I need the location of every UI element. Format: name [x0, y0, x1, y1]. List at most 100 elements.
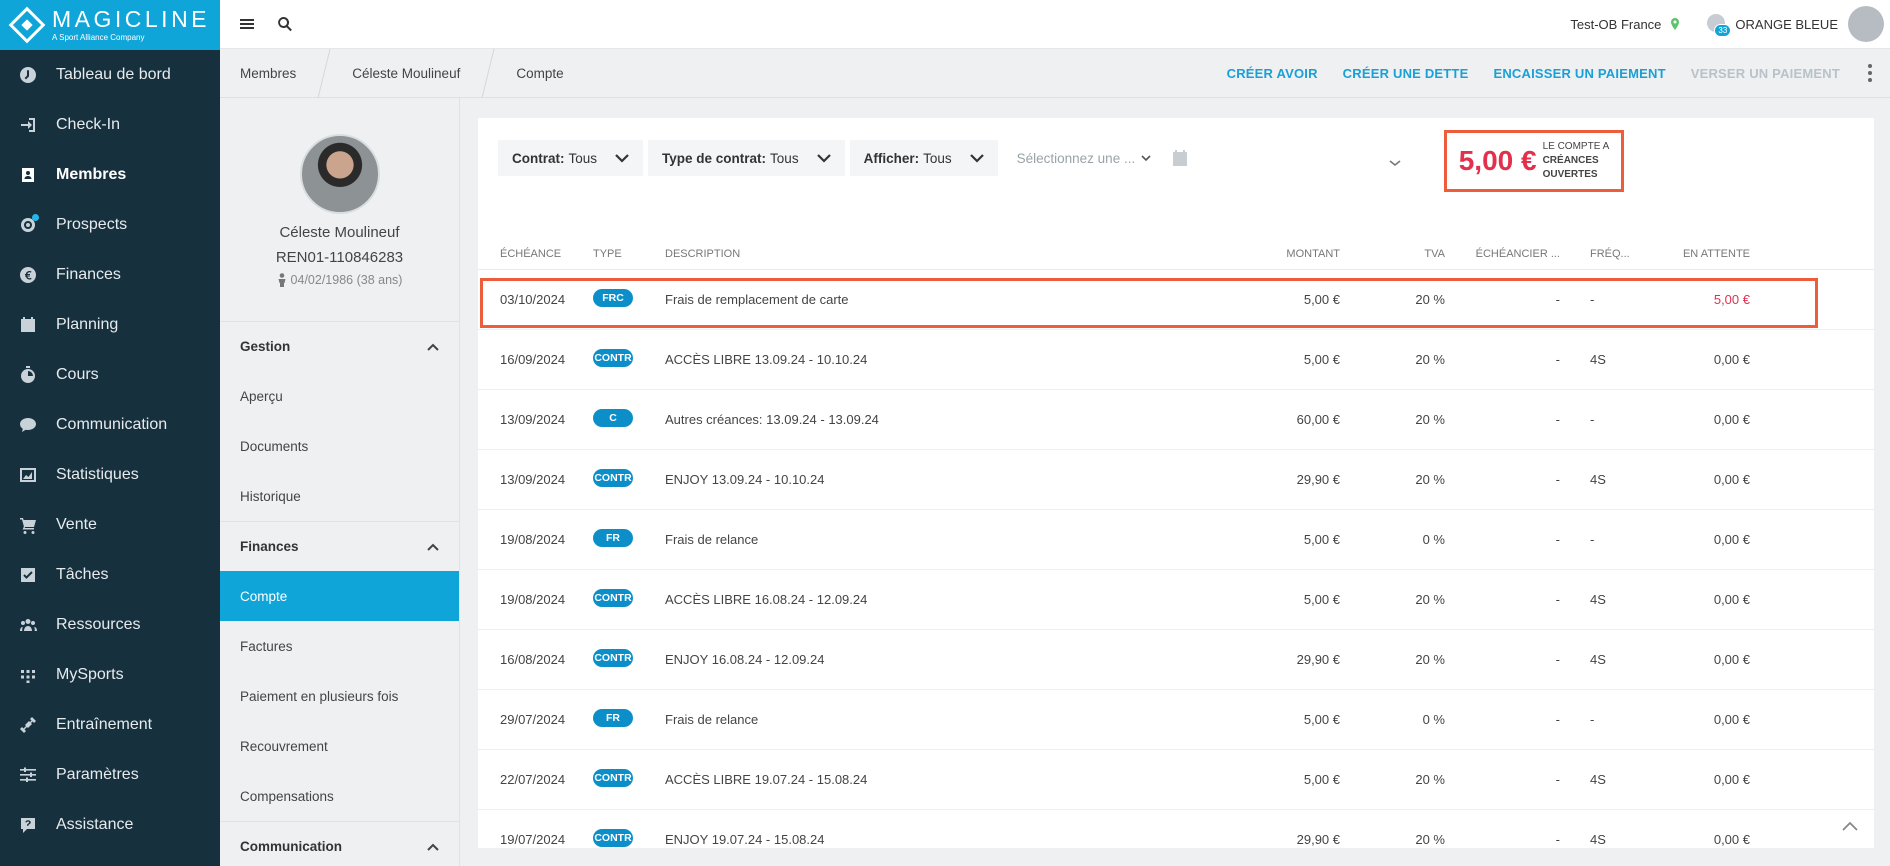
sched-cell: - [1555, 352, 1560, 367]
sidebar-item-vente[interactable]: Vente [0, 500, 220, 550]
search-icon[interactable] [274, 13, 296, 35]
sidebar-item-statistiques[interactable]: Statistiques [0, 450, 220, 500]
sidebar-item-communication[interactable]: Communication [0, 400, 220, 450]
chevron-up-icon [427, 343, 439, 351]
table-row[interactable]: 16/08/2024 CONTR ENJOY 16.08.24 - 12.09.24… [478, 630, 1874, 690]
due-cell: 19/08/2024 [500, 532, 566, 547]
location-pin-icon [1671, 18, 1680, 30]
euro-icon [18, 265, 38, 285]
sidebar-item-label: Ressources [56, 616, 141, 633]
column-header[interactable]: DESCRIPTION [665, 248, 1195, 260]
sidebar-item-taches[interactable]: Tâches [0, 550, 220, 600]
sidebar-item-finances[interactable]: Finances [0, 250, 220, 300]
due-cell: 29/07/2024 [500, 712, 566, 727]
amount-cell: 29,90 € [1296, 472, 1340, 487]
type-badge: CONTR [593, 589, 633, 607]
member-menu-compensations[interactable]: Compensations [220, 771, 459, 821]
notifications-button[interactable]: 33 [1707, 14, 1732, 37]
show-filter[interactable]: Afficher: Tous [849, 140, 998, 176]
sidebar-item-label: Membres [56, 166, 127, 183]
table-row[interactable]: 16/09/2024 CONTR ACCÈS LIBRE 13.09.24 - 10… [478, 330, 1874, 390]
sidebar-item-ressources[interactable]: Ressources [0, 600, 220, 650]
sidebar-item-check-in[interactable]: Check-In [0, 100, 220, 150]
table-row[interactable]: 19/08/2024 CONTR ACCÈS LIBRE 16.08.24 - 12… [478, 570, 1874, 630]
sidebar-item-label: MySports [56, 666, 124, 683]
freq-cell: 4S [1590, 352, 1606, 367]
sidebar-item-mysports[interactable]: MySports [0, 650, 220, 700]
contract-filter-value: Tous [568, 150, 598, 166]
scroll-to-top-icon[interactable] [1842, 818, 1862, 832]
sched-cell: - [1555, 652, 1560, 667]
action-creer-une-dette[interactable]: CRÉER UNE DETTE [1343, 66, 1469, 81]
sidebar-item-membres[interactable]: Membres [0, 150, 220, 200]
column-header[interactable]: TVA [1340, 248, 1445, 260]
contract-filter-label: Contrat: [512, 150, 565, 166]
table-row[interactable]: 19/07/2024 CONTR ENJOY 19.07.24 - 15.08.24… [478, 810, 1874, 848]
column-header[interactable]: TYPE [593, 248, 665, 260]
pending-cell: 0,00 € [1713, 532, 1750, 547]
studio-selector[interactable]: Test-OB France [1570, 17, 1681, 32]
action-creer-avoir[interactable]: CRÉER AVOIR [1227, 66, 1318, 81]
date-expand-chevron-icon[interactable] [1389, 154, 1401, 167]
breadcrumb-bar: Membres Céleste Moulineuf Compte CRÉER AVO… [220, 48, 1890, 98]
action-verser-un-paiement[interactable]: VERSER UN PAIEMENT [1691, 66, 1840, 81]
column-header[interactable]: ÉCHÉANCIER ... [1445, 248, 1560, 260]
member-menu-compte[interactable]: Compte [220, 571, 459, 621]
member-menu-historique[interactable]: Historique [220, 471, 459, 521]
more-options-icon[interactable] [1868, 64, 1874, 82]
magicline-logo[interactable]: MAGICLINE A Sport Alliance Company [0, 0, 220, 50]
section-gestion[interactable]: Gestion [220, 321, 459, 371]
sidebar-item-parametres[interactable]: Paramètres [0, 750, 220, 800]
stopwatch-icon [18, 365, 38, 385]
breadcrumb-item[interactable]: Céleste Moulineuf [332, 49, 480, 98]
table-row[interactable]: 19/08/2024 FR Frais de relance 5,00 € 0 % - - 0… [478, 510, 1874, 570]
tva-cell: 20 % [1415, 652, 1445, 667]
sidebar-item-tableau-de-bord[interactable]: Tableau de bord [0, 50, 220, 100]
tva-cell: 20 % [1415, 292, 1445, 307]
tva-cell: 20 % [1415, 832, 1445, 847]
column-header[interactable]: FRÉQ... [1560, 248, 1630, 260]
sidebar-item-prospects[interactable]: Prospects [0, 200, 220, 250]
dumbbell-icon [18, 715, 38, 735]
action-encaisser-un-paiement[interactable]: ENCAISSER UN PAIEMENT [1493, 66, 1665, 81]
section-finances[interactable]: Finances [220, 521, 459, 571]
calendar-icon[interactable] [1171, 149, 1189, 167]
breadcrumb-item[interactable]: Membres [220, 49, 316, 98]
amount-cell: 5,00 € [1303, 352, 1340, 367]
desc-cell: ACCÈS LIBRE 13.09.24 - 10.10.24 [665, 352, 868, 367]
freq-cell: 4S [1590, 592, 1606, 607]
due-cell: 19/07/2024 [500, 832, 566, 847]
organization-name: ORANGE BLEUE [1735, 16, 1838, 32]
hamburger-menu-icon[interactable] [236, 13, 258, 35]
contract-type-filter[interactable]: Type de contrat: Tous [648, 140, 845, 176]
column-header[interactable]: MONTANT [1195, 248, 1340, 260]
date-range-select[interactable]: Sélectionnez une ... [1017, 151, 1152, 166]
calendar-icon [18, 315, 38, 335]
contract-filter[interactable]: Contrat: Tous [498, 140, 644, 176]
user-avatar[interactable] [1848, 6, 1884, 42]
show-filter-label: Afficher: [863, 150, 920, 166]
member-menu-apercu[interactable]: Aperçu [220, 371, 459, 421]
member-birthdate: 04/02/1986 (38 ans) [220, 273, 459, 287]
studio-name: Test-OB France [1570, 16, 1662, 32]
table-row[interactable]: 29/07/2024 FR Frais de relance 5,00 € 0 % - - 0… [478, 690, 1874, 750]
table-row[interactable]: 13/09/2024 CONTR ENJOY 13.09.24 - 10.10.24… [478, 450, 1874, 510]
contract-type-filter-label: Type de contrat: [662, 150, 767, 166]
balance-label-line-1: LE COMPTE A [1542, 141, 1610, 152]
table-row[interactable]: 13/09/2024 C Autres créances: 13.09.24 - 1… [478, 390, 1874, 450]
table-row[interactable]: 22/07/2024 CONTR ACCÈS LIBRE 19.07.24 - 15… [478, 750, 1874, 810]
member-menu-paiement-en-plusieurs-fois[interactable]: Paiement en plusieurs fois [220, 671, 459, 721]
pending-cell: 0,00 € [1713, 412, 1750, 427]
member-menu-documents[interactable]: Documents [220, 421, 459, 471]
sidebar-item-entrainement[interactable]: Entraînement [0, 700, 220, 750]
section-communication[interactable]: Communication [220, 821, 459, 866]
sidebar-item-cours[interactable]: Cours [0, 350, 220, 400]
column-header[interactable]: EN ATTENTE [1630, 248, 1750, 260]
column-header[interactable]: ÉCHÉANCE [478, 248, 593, 260]
sidebar-item-planning[interactable]: Planning [0, 300, 220, 350]
sidebar-item-assistance[interactable]: Assistance [0, 800, 220, 850]
table-row[interactable]: 03/10/2024 FRC Frais de remplacement de ca… [478, 270, 1874, 330]
sidebar-item-label: Assistance [56, 816, 134, 833]
member-menu-factures[interactable]: Factures [220, 621, 459, 671]
member-menu-recouvrement[interactable]: Recouvrement [220, 721, 459, 771]
